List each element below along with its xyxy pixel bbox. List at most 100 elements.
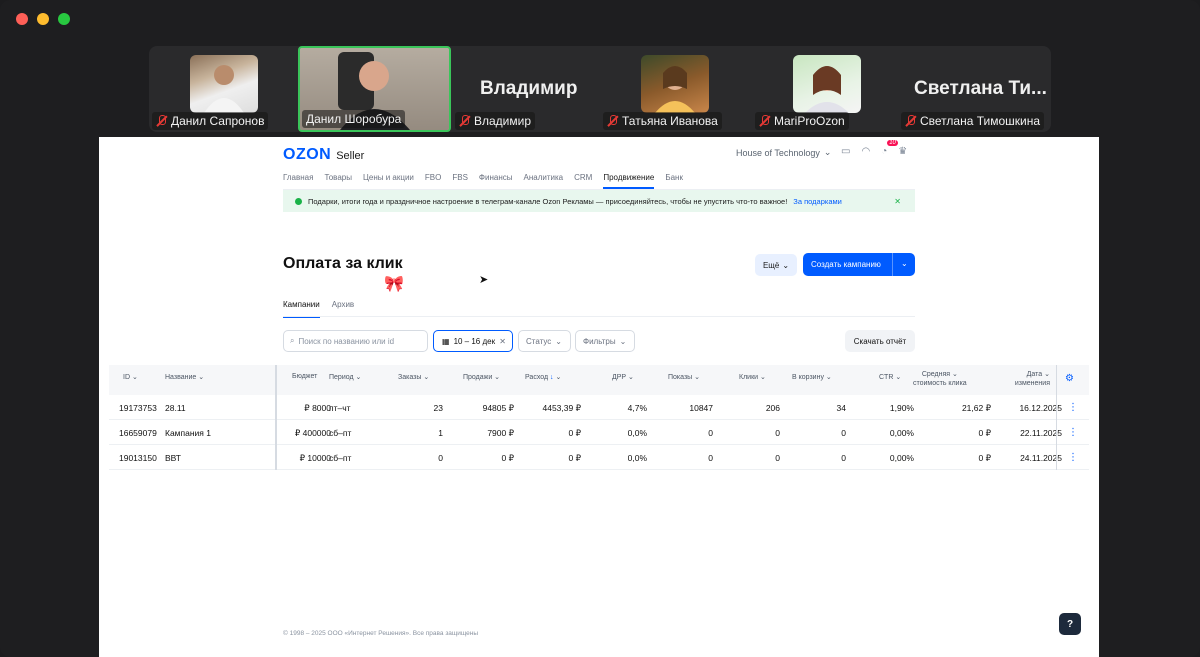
participant-name: Татьяна Иванова bbox=[622, 114, 718, 128]
participant-label: MariProOzon bbox=[755, 112, 849, 130]
cell-drr: 0,0% bbox=[627, 453, 647, 463]
column-header-ctr[interactable]: CTR ⌄ bbox=[879, 373, 901, 381]
column-header-id[interactable]: ID ⌄ bbox=[123, 373, 138, 381]
cell-clicks: 0 bbox=[775, 453, 780, 463]
column-header-period[interactable]: Период ⌄ bbox=[329, 373, 361, 381]
column-header-date[interactable]: Дата ⌄ изменения bbox=[1005, 370, 1050, 388]
company-selector[interactable]: House of Technology ⌄ bbox=[736, 147, 831, 158]
cell-id: 19013150 bbox=[119, 453, 157, 463]
calendar-icon: ▦ bbox=[442, 336, 450, 346]
participant-tile-active[interactable]: Данил Шоробура bbox=[298, 46, 451, 132]
column-header-clicks[interactable]: Клики ⌄ bbox=[739, 373, 766, 381]
cell-name: Кампания 1 bbox=[165, 428, 211, 438]
minimize-window-button[interactable] bbox=[37, 13, 49, 25]
nav-item-fbs[interactable]: FBS bbox=[452, 173, 468, 189]
column-header-orders[interactable]: Заказы ⌄ bbox=[398, 373, 429, 381]
column-header-impressions[interactable]: Показы ⌄ bbox=[668, 373, 700, 381]
cell-budget: 8000 ₽ bbox=[304, 403, 331, 413]
cell-ctr: 1,90% bbox=[889, 403, 914, 413]
close-window-button[interactable] bbox=[16, 13, 28, 25]
status-filter[interactable]: Статус ⌄ bbox=[518, 330, 571, 352]
create-campaign-button[interactable]: Создать кампанию ⌄ bbox=[803, 253, 915, 276]
banner-text: Подарки, итоги года и праздничное настро… bbox=[308, 196, 788, 206]
column-header-avg-cpc[interactable]: Средняя ⌄ стоимость клика bbox=[913, 370, 967, 388]
filters-label: Фильтры bbox=[583, 336, 616, 346]
chevron-down-icon: ⌄ bbox=[823, 147, 832, 157]
cell-cart: 0 bbox=[841, 428, 846, 438]
chevron-down-icon: ⌄ bbox=[555, 336, 562, 346]
cell-sales: 7900 ₽ bbox=[487, 428, 514, 438]
participant-tile[interactable]: Светлана Ти... Светлана Тимошкина bbox=[901, 46, 1051, 132]
close-icon[interactable]: ✕ bbox=[894, 197, 901, 206]
bell-icon[interactable]: ◔ 10 bbox=[881, 140, 898, 157]
column-header-name[interactable]: Название ⌄ bbox=[165, 373, 204, 381]
participant-tile[interactable]: Данил Сапронов bbox=[149, 46, 297, 132]
nav-item-prices[interactable]: Цены и акции bbox=[363, 173, 414, 189]
column-header-drr[interactable]: ДРР ⌄ bbox=[612, 373, 634, 381]
more-button[interactable]: Ещё ⌄ bbox=[755, 254, 797, 276]
row-menu-icon[interactable]: ⋮ bbox=[1068, 402, 1078, 413]
participant-big-name: Светлана Ти... bbox=[914, 78, 1047, 99]
participant-tile[interactable]: Владимир Владимир bbox=[452, 46, 600, 132]
nav-item-products[interactable]: Товары bbox=[324, 173, 352, 189]
row-menu-icon[interactable]: ⋮ bbox=[1068, 452, 1078, 463]
column-header-cart[interactable]: В корзину ⌄ bbox=[792, 373, 832, 381]
help-button[interactable]: ? bbox=[1059, 613, 1081, 635]
nav-item-analytics[interactable]: Аналитика bbox=[524, 173, 564, 189]
column-header-spend[interactable]: Расход ↓ ⌄ bbox=[525, 373, 561, 381]
window-controls bbox=[16, 13, 70, 25]
participant-name: Светлана Тимошкина bbox=[920, 114, 1041, 128]
participant-tile[interactable]: MariProOzon bbox=[753, 46, 901, 132]
crown-icon[interactable]: ♛ bbox=[898, 146, 907, 157]
page-title: Оплата за клик bbox=[283, 255, 403, 272]
cell-spend: 0 ₽ bbox=[568, 428, 582, 438]
button-separator bbox=[892, 253, 893, 276]
participant-name: Владимир bbox=[474, 114, 532, 128]
participant-name: Данил Сапронов bbox=[171, 114, 265, 128]
table-row[interactable]: 19173753 28.11 8000 ₽ пт–чт 23 94805 ₽ 4453,39… bbox=[109, 395, 1089, 420]
mic-muted-icon bbox=[607, 115, 618, 127]
maximize-window-button[interactable] bbox=[58, 13, 70, 25]
cell-cart: 0 bbox=[841, 453, 846, 463]
promo-banner: Подарки, итоги года и праздничное настро… bbox=[283, 190, 915, 212]
cell-orders: 0 bbox=[438, 453, 443, 463]
chevron-down-icon: ⌄ bbox=[619, 336, 627, 346]
participant-tile[interactable]: Татьяна Иванова bbox=[600, 46, 752, 132]
nav-item-home[interactable]: Главная bbox=[283, 173, 313, 189]
download-report-button[interactable]: Скачать отчёт bbox=[845, 330, 915, 352]
clear-icon[interactable]: ✕ bbox=[499, 337, 506, 346]
gear-icon[interactable]: ⚙ bbox=[1065, 373, 1074, 384]
nav-item-bank[interactable]: Банк bbox=[665, 173, 683, 189]
cell-orders: 1 bbox=[438, 428, 443, 438]
tabs-divider bbox=[283, 316, 915, 317]
table-row[interactable]: 19013150 ВВТ 10000 ₽ сб–пт 0 0 ₽ 0 ₽ 0,0% 0 0 0 0,0… bbox=[109, 445, 1089, 470]
chevron-down-icon[interactable]: ⌄ bbox=[901, 259, 908, 268]
check-circle-icon bbox=[295, 197, 302, 205]
nav-item-finance[interactable]: Финансы bbox=[479, 173, 513, 189]
search-placeholder: Поиск по названию или id bbox=[298, 336, 395, 346]
cell-sales: 94805 ₽ bbox=[482, 403, 514, 413]
campaigns-table: ID ⌄ Название ⌄ Бюджет Период ⌄ Заказы ⌄… bbox=[109, 365, 1089, 470]
ozon-seller-logo[interactable]: OZON Seller bbox=[283, 146, 364, 164]
column-header-budget[interactable]: Бюджет bbox=[292, 373, 317, 380]
row-menu-icon[interactable]: ⋮ bbox=[1068, 427, 1078, 438]
search-input[interactable]: ⌕ Поиск по названию или id bbox=[283, 330, 428, 352]
actions-column-divider bbox=[1056, 365, 1057, 470]
headset-icon[interactable]: ◠ bbox=[861, 146, 870, 157]
chat-icon[interactable]: ▭ bbox=[841, 146, 850, 157]
banner-link[interactable]: За подарками bbox=[793, 197, 842, 206]
column-header-sales[interactable]: Продажи ⌄ bbox=[463, 373, 500, 381]
participant-video bbox=[793, 55, 861, 113]
nav-item-fbo[interactable]: FBO bbox=[425, 173, 441, 189]
cell-drr: 0,0% bbox=[627, 428, 647, 438]
header-icons: ▭ ◠ ◔ 10 ♛ bbox=[841, 140, 907, 157]
cell-avg-cpc: 21,62 ₽ bbox=[961, 403, 991, 413]
participant-label: Светлана Тимошкина bbox=[901, 112, 1045, 130]
table-row[interactable]: 16659079 Кампания 1 400000 ₽ сб–пт 1 7900 ₽ 0 … bbox=[109, 420, 1089, 445]
bow-decoration-icon: 🎀 bbox=[384, 276, 404, 293]
date-range-picker[interactable]: ▦ 10 – 16 дек ✕ bbox=[433, 330, 513, 352]
filters-dropdown[interactable]: Фильтры ⌄ bbox=[575, 330, 635, 352]
nav-item-promotion[interactable]: Продвижение bbox=[603, 173, 655, 189]
cell-sales: 0 ₽ bbox=[501, 453, 515, 463]
nav-item-crm[interactable]: CRM bbox=[574, 173, 592, 189]
